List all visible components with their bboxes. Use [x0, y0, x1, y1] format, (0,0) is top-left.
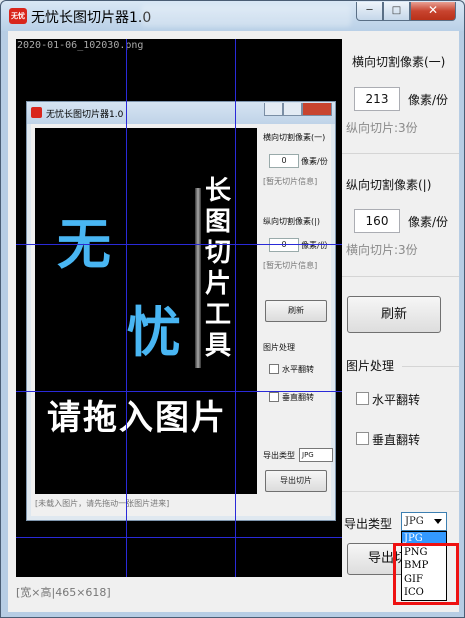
inner-process-label: 图片处理	[263, 343, 295, 352]
inner-vertical-unit: 像素/份	[301, 241, 328, 250]
vertical-slice-info: 横向切片:3份	[346, 243, 418, 257]
window-title: 无忧长图切片器1.0	[31, 10, 152, 26]
inner-vertical-value: 0	[269, 238, 299, 252]
app-logo-icon: 无忧	[9, 8, 27, 24]
image-processing-label: 图片处理	[346, 359, 395, 373]
refresh-button[interactable]: 刷新	[347, 296, 441, 333]
horizontal-unit-label: 像素/份	[408, 93, 449, 107]
poster-vertical-text: 长 图 切 片 工 具	[203, 176, 233, 362]
inner-flip-h-checkbox	[269, 364, 279, 374]
inner-status-text: [未载入图片，请先拖动一张图片进来]	[35, 499, 170, 508]
export-type-label: 导出类型	[344, 517, 393, 531]
maximize-button[interactable]: □	[383, 2, 410, 21]
poster-vertical-char: 图	[204, 207, 231, 237]
inner-horizontal-unit: 像素/份	[301, 157, 328, 166]
flip-horizontal-label[interactable]: 水平翻转	[372, 391, 420, 408]
grid-line-horizontal	[16, 244, 342, 245]
file-name-label: 2020-01-06_102030.png	[17, 40, 144, 51]
minimize-button[interactable]: ─	[356, 2, 383, 21]
poster-vertical-char: 工	[204, 300, 231, 330]
inner-minimize-icon	[264, 103, 283, 116]
poster-word-1: 无	[57, 213, 111, 276]
loaded-image: 无忧长图切片器1.0 无 忧 长 图 切 片 工 具 请拖入图片 [未载入图片，…	[26, 101, 336, 521]
inner-vertical-label: 纵向切割像素(|)	[263, 217, 320, 226]
client-area: 2020-01-06_102030.png 无忧长图切片器1.0 无 忧 长 图…	[8, 31, 459, 612]
image-canvas[interactable]: 2020-01-06_102030.png 无忧长图切片器1.0 无 忧 长 图…	[16, 39, 342, 577]
inner-export-button: 导出切片	[265, 470, 327, 492]
inner-close-icon	[302, 103, 332, 116]
highlight-box	[393, 543, 459, 605]
inner-flip-h-label: 水平翻转	[282, 365, 314, 374]
status-bar: [宽×高|465×618]	[16, 586, 111, 599]
divider	[342, 491, 459, 492]
inner-window-title: 无忧长图切片器1.0	[46, 110, 124, 120]
export-type-select[interactable]: JPG	[401, 512, 447, 531]
inner-horizontal-info: [暂无切片信息]	[263, 177, 318, 186]
inner-horizontal-value: 0	[269, 154, 299, 168]
inner-flip-v-checkbox	[269, 392, 279, 402]
poster-vertical-char: 片	[204, 269, 231, 299]
flip-vertical-label[interactable]: 垂直翻转	[372, 431, 420, 448]
grid-line-vertical	[126, 39, 127, 577]
divider	[342, 276, 459, 277]
inner-vertical-info: [暂无切片信息]	[263, 261, 318, 270]
poster-word-2: 忧	[127, 301, 181, 364]
grid-line-horizontal	[16, 537, 342, 538]
inner-horizontal-label: 横向切割像素(一)	[263, 133, 326, 142]
inner-poster: 无 忧 长 图 切 片 工 具 请拖入图片	[35, 128, 257, 494]
inner-client: 无 忧 长 图 切 片 工 具 请拖入图片 [未载入图片，请先拖动一张图片进来]…	[31, 124, 333, 516]
title-bar[interactable]: 无忧 无忧长图切片器1.0 ─ □ ✕	[1, 1, 464, 31]
inner-side-panel: 横向切割像素(一) 0 像素/份 [暂无切片信息] 纵向切割像素(|) 0 像素…	[263, 124, 333, 516]
horizontal-slice-info: 纵向切片:3份	[346, 121, 418, 135]
inner-title-bar: 无忧长图切片器1.0	[27, 102, 335, 124]
inner-export-label: 导出类型	[263, 451, 295, 460]
horizontal-split-label: 横向切割像素(一)	[352, 55, 446, 69]
vertical-unit-label: 像素/份	[408, 215, 449, 229]
close-button[interactable]: ✕	[410, 2, 456, 21]
grid-line-vertical	[235, 39, 236, 577]
poster-vertical-char: 切	[204, 238, 231, 268]
inner-app-logo-icon	[31, 107, 42, 118]
poster-vertical-char: 具	[204, 331, 231, 361]
control-panel: 横向切割像素(一) 213 像素/份 纵向切片:3份 纵向切割像素(|) 160…	[342, 31, 459, 612]
inner-refresh-button: 刷新	[265, 300, 327, 322]
vertical-split-label: 纵向切割像素(|)	[346, 178, 432, 192]
app-window: 无忧 无忧长图切片器1.0 ─ □ ✕ 2020-01-06_102030.pn…	[0, 0, 465, 618]
flip-horizontal-checkbox[interactable]	[356, 392, 369, 405]
chevron-down-icon	[434, 519, 442, 524]
inner-flip-v-label: 垂直翻转	[282, 393, 314, 402]
inner-export-select: JPG	[299, 448, 333, 462]
divider	[402, 366, 459, 367]
grid-line-horizontal	[16, 391, 342, 392]
divider	[342, 153, 459, 154]
horizontal-pixels-input[interactable]: 213	[354, 87, 400, 111]
flip-vertical-checkbox[interactable]	[356, 432, 369, 445]
inner-maximize-icon	[283, 103, 302, 116]
poster-vertical-char: 长	[204, 176, 231, 206]
vertical-pixels-input[interactable]: 160	[354, 209, 400, 233]
title-glow	[141, 5, 351, 27]
export-type-value: JPG	[405, 516, 424, 527]
poster-drop-text: 请拖入图片	[47, 398, 227, 438]
poster-stripe	[195, 188, 201, 368]
